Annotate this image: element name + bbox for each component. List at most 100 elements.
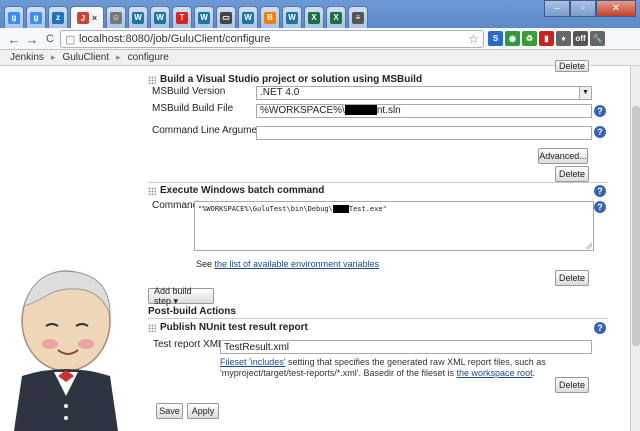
desc-text-1: setting that specifies the generated raw… (285, 357, 546, 367)
command-line-arguments-label: Command Line Arguments (152, 125, 271, 136)
browser-tab[interactable]: X (326, 6, 346, 28)
fileset-includes-link[interactable]: Fileset 'includes' (220, 357, 285, 367)
window-controls: – ▫ ✕ (544, 0, 636, 17)
scrollbar-thumb[interactable] (632, 106, 640, 346)
save-button[interactable]: Save (156, 403, 183, 419)
workspace-root-link[interactable]: the workspace root (457, 368, 533, 378)
msbuild-version-select[interactable]: .NET 4.0 ▼ (256, 86, 592, 100)
browser-tab[interactable]: T (172, 6, 192, 28)
wordpress-icon: W (132, 11, 144, 24)
batch-title: Execute Windows batch command (160, 185, 325, 196)
nunit-delete-button[interactable]: Delete (555, 377, 589, 393)
jenkins-mascot-logo (14, 270, 118, 431)
main-content: Delete Build a Visual Studio project or … (0, 60, 640, 431)
browser-toolbar: ← → C ▢ ☆ S◉♻▮♦off🔧 (0, 28, 640, 50)
msbuild-delete-button[interactable]: Delete (555, 166, 589, 182)
browser-tab[interactable]: ▭ (216, 6, 236, 28)
desc-end: . (532, 368, 536, 378)
address-bar[interactable]: ▢ ☆ (60, 30, 484, 48)
zendesk-icon: z (52, 11, 64, 24)
msbuild-file-prefix: %WORKSPACE%\ (260, 105, 345, 116)
delete-button-previous[interactable]: Delete (555, 60, 589, 72)
minimize-button[interactable]: – (544, 0, 570, 17)
scrollbar[interactable] (630, 66, 640, 431)
wrench-icon[interactable]: 🔧 (590, 31, 605, 46)
nunit-title: Publish NUnit test result report (160, 322, 308, 333)
bulb-icon[interactable]: ♦ (556, 31, 571, 46)
help-icon[interactable]: ? (594, 185, 606, 197)
browser-tab[interactable]: W (194, 6, 214, 28)
reload-button[interactable]: C (42, 31, 58, 47)
browser-tab[interactable]: W (128, 6, 148, 28)
url-input[interactable] (79, 32, 459, 46)
command-textarea[interactable]: "%WORKSPACE%\GuluTest\bin\Debug\ Test.exe… (194, 201, 594, 251)
browser-tab[interactable]: X (304, 6, 324, 28)
fileset-description: Fileset 'includes' setting that specifie… (220, 357, 590, 379)
green-circle-icon[interactable]: ◉ (505, 31, 520, 46)
msbuild-file-label: MSBuild Build File (152, 103, 234, 114)
browser-tab[interactable]: J × (70, 6, 104, 29)
redacted-text (332, 205, 349, 213)
browser-tab[interactable]: W (282, 6, 302, 28)
command-prefix: "%WORKSPACE%\GuluTest\bin\Debug\ (198, 205, 333, 213)
divider (148, 182, 608, 183)
breadcrumb-configure[interactable]: configure (124, 52, 173, 63)
test-report-xmls-input[interactable] (220, 340, 592, 354)
browser-tab[interactable]: g (26, 6, 46, 28)
maximize-button[interactable]: ▫ (570, 0, 596, 17)
browser-tab[interactable]: W (150, 6, 170, 28)
breadcrumb-jenkins[interactable]: Jenkins (6, 52, 48, 63)
browser-tab[interactable]: g (4, 6, 24, 28)
help-icon[interactable]: ? (594, 105, 606, 117)
drag-handle-icon[interactable] (148, 186, 156, 195)
browser-tab[interactable]: ☺ (106, 6, 126, 28)
browser-tab[interactable]: B (260, 6, 280, 28)
red-book-icon[interactable]: ▮ (539, 31, 554, 46)
recycle-icon[interactable]: ♻ (522, 31, 537, 46)
msbuild-file-input[interactable]: %WORKSPACE%\ nt.sln (256, 104, 592, 118)
post-build-heading: Post-build Actions (148, 306, 236, 317)
msbuild-version-label: MSBuild Version (152, 86, 226, 97)
close-window-button[interactable]: ✕ (596, 0, 636, 17)
excel-icon: X (330, 11, 342, 24)
desc-text-2: 'myproject/target/test-reports/*.xml'. B… (220, 368, 457, 378)
command-line-arguments-input[interactable] (256, 126, 592, 140)
help-icon[interactable]: ? (594, 322, 606, 334)
redacted-text (344, 105, 377, 116)
chevron-down-icon: ▼ (579, 87, 591, 99)
person-icon: ☺ (110, 11, 122, 24)
wordpress-icon: W (286, 11, 298, 24)
help-icon[interactable]: ? (594, 201, 606, 213)
breadcrumb-separator: ▸ (116, 52, 121, 62)
google-icon: g (8, 11, 20, 24)
page-icon: ▢ (65, 34, 76, 46)
apply-button[interactable]: Apply (187, 403, 219, 419)
msbuild-section-header: Build a Visual Studio project or solutio… (148, 74, 422, 85)
command-label: Command (152, 200, 199, 211)
msbuild-version-value: .NET 4.0 (260, 87, 300, 98)
msbuild-title: Build a Visual Studio project or solutio… (160, 74, 423, 85)
back-button[interactable]: ← (6, 31, 22, 47)
close-tab-icon[interactable]: × (92, 13, 97, 23)
advanced-button[interactable]: Advanced... (538, 148, 588, 164)
google-icon: g (30, 11, 42, 24)
add-build-step-button[interactable]: Add build step ▾ (148, 286, 214, 306)
browser-tab[interactable]: z (48, 6, 68, 28)
drag-handle-icon[interactable] (148, 75, 156, 84)
s-icon[interactable]: S (488, 31, 503, 46)
breadcrumb: Jenkins ▸ GuluClient ▸ configure (0, 50, 640, 66)
browser-tab[interactable]: ≡ (348, 6, 368, 28)
help-icon[interactable]: ? (594, 126, 606, 138)
blogger-icon: B (264, 11, 276, 24)
resize-handle-icon[interactable] (585, 242, 592, 249)
batch-delete-button[interactable]: Delete (555, 270, 589, 286)
drag-handle-icon[interactable] (148, 323, 156, 332)
off-icon[interactable]: off (573, 31, 588, 46)
browser-tab[interactable]: W (238, 6, 258, 28)
extension-icons: S ◉ ♻ ▮ ♦ off 🔧 (488, 31, 605, 46)
forward-button[interactable]: → (24, 31, 40, 47)
breadcrumb-job[interactable]: GuluClient (58, 52, 113, 63)
bookmark-star-icon[interactable]: ☆ (468, 32, 479, 46)
env-vars-link[interactable]: the list of available environment variab… (215, 259, 380, 269)
env-vars-note: See the list of available environment va… (196, 259, 379, 269)
